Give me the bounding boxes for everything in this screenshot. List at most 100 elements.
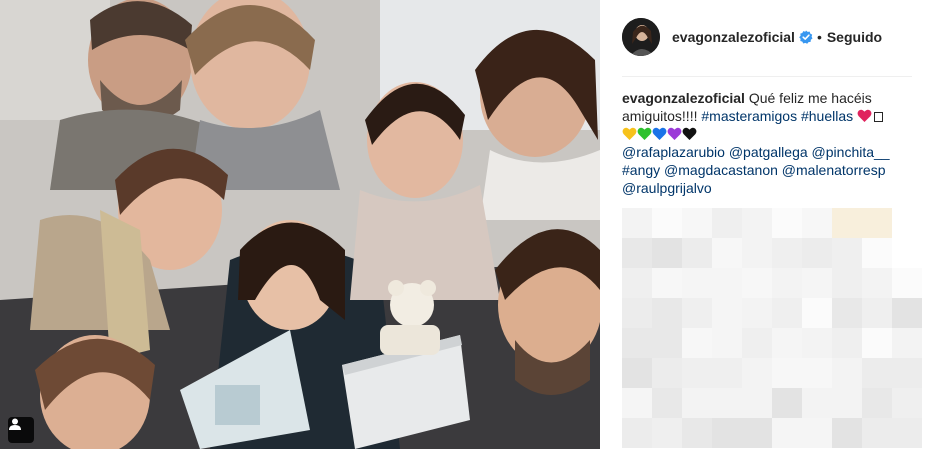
blur-pixel — [892, 298, 922, 328]
mention-link[interactable]: @pinchita__ — [812, 144, 890, 160]
blur-pixel — [742, 358, 772, 388]
black-heart-emoji-icon — [682, 127, 697, 140]
following-button[interactable]: Seguido — [827, 29, 882, 45]
red-heart-emoji-icon — [857, 109, 872, 122]
blur-pixel — [712, 388, 742, 418]
blur-pixel — [682, 328, 712, 358]
blur-pixel — [652, 358, 682, 388]
verified-badge-icon — [799, 30, 813, 44]
blur-pixel — [802, 238, 832, 268]
blur-pixel — [802, 358, 832, 388]
blur-pixel — [742, 328, 772, 358]
blur-pixel — [682, 388, 712, 418]
hashtag-link[interactable]: #angy — [622, 162, 660, 178]
blur-pixel — [892, 358, 922, 388]
blur-pixel — [892, 418, 922, 448]
blur-pixel — [622, 328, 652, 358]
profile-username-link[interactable]: evagonzalezoficial — [672, 29, 795, 45]
blur-pixel — [832, 328, 862, 358]
blur-pixel — [682, 268, 712, 298]
blur-pixel — [772, 418, 802, 448]
blur-pixel — [802, 268, 832, 298]
blur-pixel — [832, 358, 862, 388]
blur-pixel — [832, 208, 862, 238]
blur-pixel — [742, 208, 772, 238]
blur-pixel — [832, 298, 862, 328]
blur-pixel — [712, 268, 742, 298]
blur-pixel — [772, 268, 802, 298]
mention-link[interactable]: @raulpgrijalvo — [622, 180, 712, 196]
blur-pixel — [622, 238, 652, 268]
blur-pixel — [682, 418, 712, 448]
profile-photo — [622, 18, 660, 56]
header-divider — [622, 76, 912, 77]
blur-pixel — [772, 388, 802, 418]
user-tag-button[interactable] — [8, 417, 34, 443]
blur-pixel — [892, 208, 922, 238]
blur-pixel — [832, 388, 862, 418]
yellow-heart-emoji-icon — [622, 127, 637, 140]
blur-pixel — [862, 358, 892, 388]
blur-pixel — [652, 418, 682, 448]
blur-pixel — [862, 328, 892, 358]
blur-pixel — [862, 418, 892, 448]
blur-pixel — [742, 418, 772, 448]
blur-pixel — [622, 268, 652, 298]
blur-pixel — [802, 298, 832, 328]
post-caption: evagonzalezoficial Qué feliz me hacéis a… — [622, 89, 912, 197]
blur-pixel — [652, 208, 682, 238]
blur-pixel — [742, 238, 772, 268]
blur-pixel — [862, 298, 892, 328]
blur-pixel — [772, 298, 802, 328]
blur-pixel — [892, 268, 922, 298]
blur-pixel — [892, 388, 922, 418]
blur-pixel — [802, 328, 832, 358]
hashtag-masteramigos-link[interactable]: #masteramigos — [701, 108, 797, 124]
mention-link[interactable]: @patgallega — [729, 144, 808, 160]
mention-link[interactable]: @magdacastanon — [664, 162, 778, 178]
blur-pixel — [622, 208, 652, 238]
post-photo[interactable] — [0, 0, 600, 449]
post-sidebar: evagonzalezoficial • Seguido evagonzalez… — [600, 0, 935, 449]
avatar[interactable] — [622, 18, 660, 56]
blur-pixel — [682, 298, 712, 328]
post-header: evagonzalezoficial • Seguido — [622, 17, 912, 57]
blur-pixel — [742, 298, 772, 328]
blur-pixel — [802, 388, 832, 418]
blue-heart-emoji-icon — [652, 127, 667, 140]
blur-pixel — [622, 388, 652, 418]
blur-pixel — [712, 358, 742, 388]
blur-pixel — [772, 208, 802, 238]
purple-heart-emoji-icon — [667, 127, 682, 140]
blur-pixel — [802, 418, 832, 448]
blur-pixel — [772, 328, 802, 358]
blur-pixel — [712, 418, 742, 448]
blur-pixel — [772, 358, 802, 388]
blur-pixel — [862, 238, 892, 268]
blur-pixel — [652, 238, 682, 268]
blur-pixel — [742, 388, 772, 418]
hashtag-huellas-link[interactable]: #huellas — [801, 108, 853, 124]
blur-pixel — [652, 268, 682, 298]
blur-pixel — [682, 358, 712, 388]
blur-pixel — [862, 208, 892, 238]
unsupported-glyph-icon — [874, 112, 884, 122]
blur-pixel — [712, 238, 742, 268]
mention-link[interactable]: @rafaplazarubio — [622, 144, 725, 160]
blur-pixel — [832, 268, 862, 298]
user-silhouette-icon — [9, 418, 21, 430]
blur-pixel — [802, 208, 832, 238]
caption-username-link[interactable]: evagonzalezoficial — [622, 90, 745, 106]
blur-pixel — [682, 208, 712, 238]
instagram-post: evagonzalezoficial • Seguido evagonzalez… — [0, 0, 935, 449]
blur-pixel — [862, 388, 892, 418]
blur-pixel — [622, 358, 652, 388]
blur-pixel — [622, 418, 652, 448]
blur-pixel — [652, 298, 682, 328]
blur-pixel — [712, 298, 742, 328]
blur-pixel — [742, 268, 772, 298]
blur-pixel — [832, 418, 862, 448]
mention-link[interactable]: @malenatorresp — [782, 162, 886, 178]
group-selfie-image — [0, 0, 600, 449]
blurred-comments-area — [622, 208, 935, 449]
